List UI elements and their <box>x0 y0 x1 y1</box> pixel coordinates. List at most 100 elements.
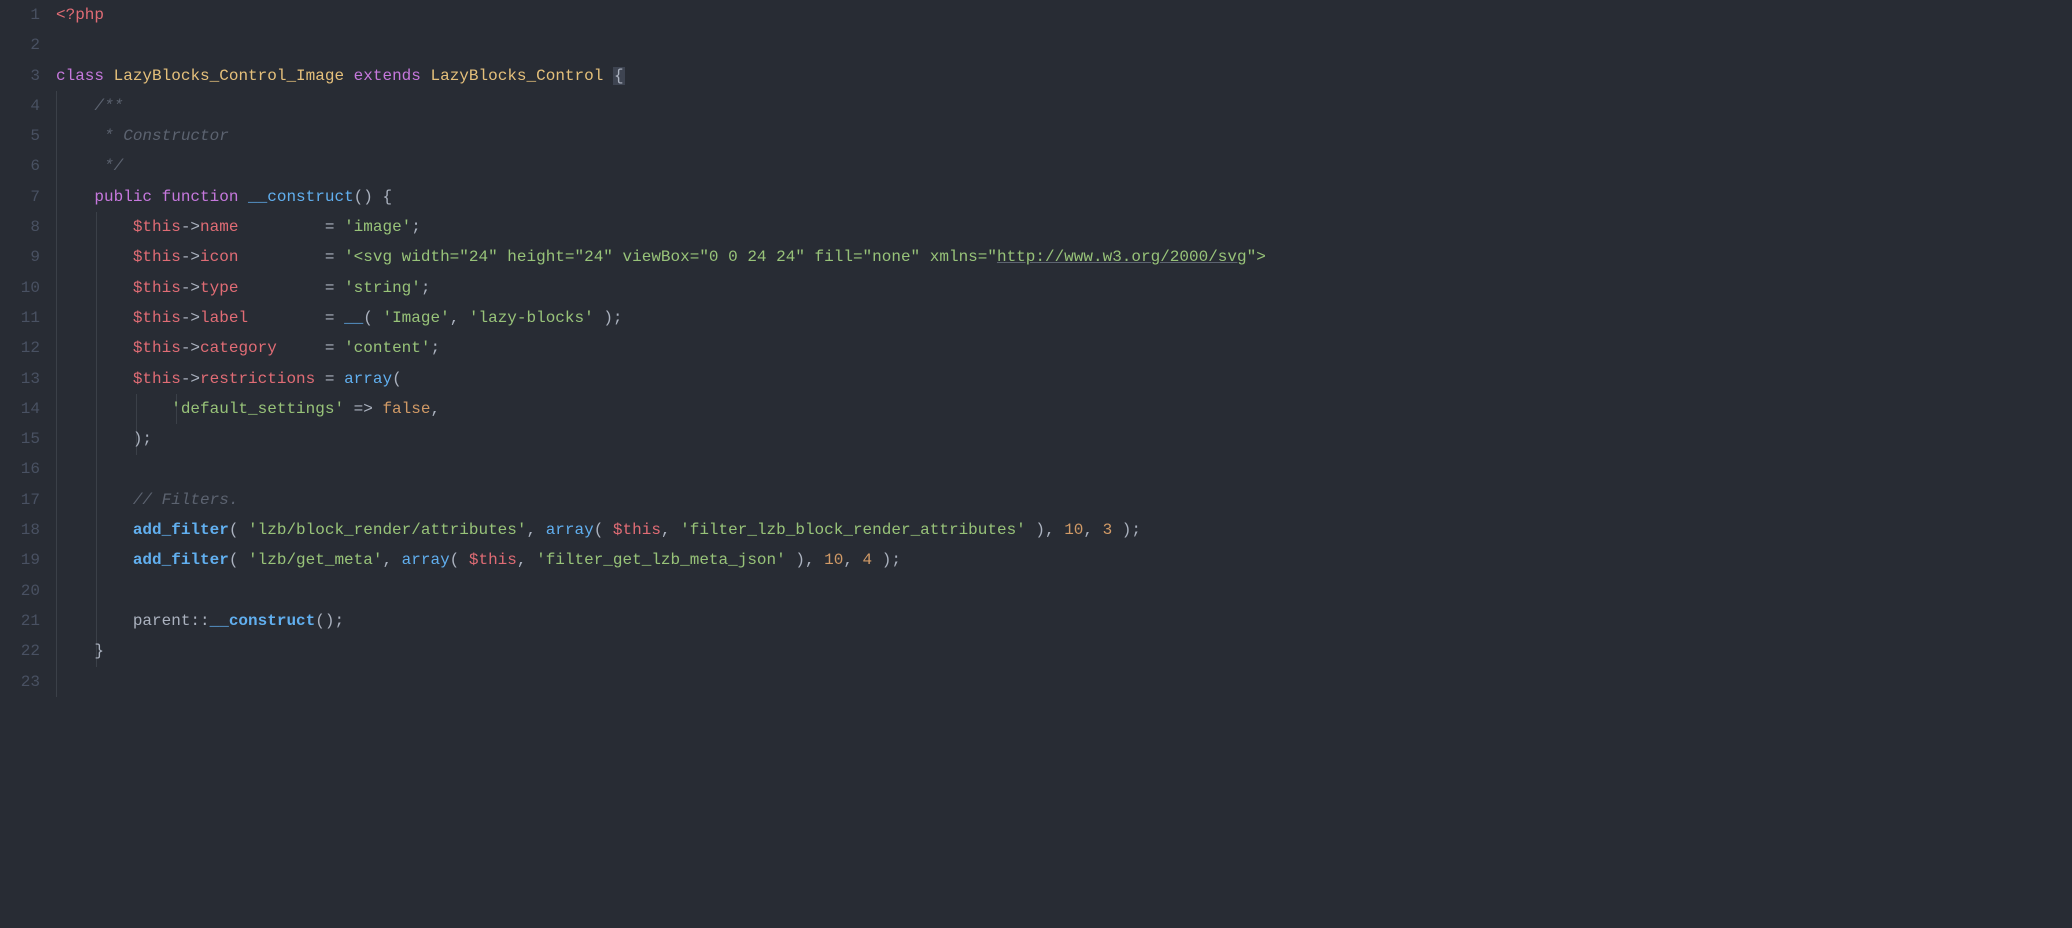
line-number: 12 <box>0 333 40 363</box>
number: 10 <box>1064 521 1083 539</box>
line-number: 14 <box>0 394 40 424</box>
code-line[interactable]: // Filters. <box>56 485 2072 515</box>
code-line[interactable]: } <box>56 636 2072 666</box>
line-number: 18 <box>0 515 40 545</box>
property: type <box>200 279 238 297</box>
code-line[interactable]: $this->category = 'content'; <box>56 333 2072 363</box>
function-call: add_filter <box>133 521 229 539</box>
function-call: array <box>344 370 392 388</box>
code-line[interactable] <box>56 576 2072 606</box>
property: restrictions <box>200 370 315 388</box>
line-number: 13 <box>0 364 40 394</box>
property: category <box>200 339 277 357</box>
string: 'string' <box>344 279 421 297</box>
code-line[interactable]: $this->restrictions = array( <box>56 364 2072 394</box>
property: name <box>200 218 238 236</box>
code-line[interactable]: <?php <box>56 0 2072 30</box>
code-line[interactable]: /** <box>56 91 2072 121</box>
string: 'image' <box>344 218 411 236</box>
code-line[interactable]: $this->type = 'string'; <box>56 273 2072 303</box>
line-number: 20 <box>0 576 40 606</box>
line-number: 10 <box>0 273 40 303</box>
docblock: * Constructor <box>94 127 228 145</box>
parent-class-name: LazyBlocks_Control <box>431 67 604 85</box>
class-name: LazyBlocks_Control_Image <box>114 67 344 85</box>
variable-this: $this <box>133 248 181 266</box>
code-line[interactable] <box>56 454 2072 484</box>
code-line[interactable]: * Constructor <box>56 121 2072 151</box>
string: '<svg width="24" height="24" viewBox="0 … <box>344 248 997 266</box>
line-number: 19 <box>0 545 40 575</box>
variable-this: $this <box>133 279 181 297</box>
line-number: 11 <box>0 303 40 333</box>
line-number: 4 <box>0 91 40 121</box>
code-line[interactable]: add_filter( 'lzb/block_render/attributes… <box>56 515 2072 545</box>
keyword-function: function <box>162 188 239 206</box>
string-url: http://www.w3.org/2000/svg <box>997 248 1247 266</box>
line-number-gutter: 1 2 3 4 5 6 7 8 9 10 11 12 13 14 15 16 1… <box>0 0 56 928</box>
string: 'lazy-blocks' <box>469 309 594 327</box>
code-line[interactable]: parent::__construct(); <box>56 606 2072 636</box>
keyword-class: class <box>56 67 104 85</box>
arrow-op: -> <box>181 279 200 297</box>
string: 'lzb/block_render/attributes' <box>248 521 526 539</box>
code-line[interactable]: 'default_settings' => false, <box>56 394 2072 424</box>
code-line[interactable]: $this->icon = '<svg width="24" height="2… <box>56 242 2072 272</box>
line-number: 21 <box>0 606 40 636</box>
code-line[interactable]: add_filter( 'lzb/get_meta', array( $this… <box>56 545 2072 575</box>
function-call: __construct <box>210 612 316 630</box>
arrow-op: -> <box>181 339 200 357</box>
variable-this: $this <box>133 218 181 236</box>
brace-open-highlighted: { <box>613 67 625 85</box>
keyword-extends: extends <box>354 67 421 85</box>
variable-this: $this <box>469 551 517 569</box>
variable-this: $this <box>613 521 661 539</box>
variable-this: $this <box>133 309 181 327</box>
comment: // Filters. <box>133 491 239 509</box>
number: 3 <box>1103 521 1113 539</box>
php-open-tag: <?php <box>56 6 104 24</box>
code-line[interactable] <box>56 667 2072 697</box>
code-line[interactable]: */ <box>56 151 2072 181</box>
line-number: 16 <box>0 454 40 484</box>
code-line[interactable]: class LazyBlocks_Control_Image extends L… <box>56 61 2072 91</box>
function-call: __ <box>344 309 363 327</box>
line-number: 15 <box>0 424 40 454</box>
code-line[interactable] <box>56 30 2072 60</box>
code-line[interactable]: $this->name = 'image'; <box>56 212 2072 242</box>
line-number: 2 <box>0 30 40 60</box>
variable-this: $this <box>133 339 181 357</box>
number: 4 <box>863 551 873 569</box>
arrow-op: -> <box>181 248 200 266</box>
brace-open: { <box>382 188 392 206</box>
number: 10 <box>824 551 843 569</box>
function-call: add_filter <box>133 551 229 569</box>
string: 'filter_lzb_block_render_attributes' <box>680 521 1026 539</box>
arrow-op: -> <box>181 309 200 327</box>
function-call: array <box>546 521 594 539</box>
function-call: array <box>402 551 450 569</box>
line-number: 5 <box>0 121 40 151</box>
code-editor[interactable]: 1 2 3 4 5 6 7 8 9 10 11 12 13 14 15 16 1… <box>0 0 2072 928</box>
line-number: 17 <box>0 485 40 515</box>
string: 'lzb/get_meta' <box>248 551 382 569</box>
code-line[interactable]: $this->label = __( 'Image', 'lazy-blocks… <box>56 303 2072 333</box>
code-line[interactable]: ); <box>56 424 2072 454</box>
line-number: 7 <box>0 182 40 212</box>
function-name: __construct <box>248 188 354 206</box>
string: 'default_settings' <box>171 400 344 418</box>
line-number: 9 <box>0 242 40 272</box>
parent-keyword: parent <box>133 612 191 630</box>
keyword-public: public <box>94 188 152 206</box>
line-number: 6 <box>0 151 40 181</box>
boolean: false <box>382 400 430 418</box>
line-number: 3 <box>0 61 40 91</box>
variable-this: $this <box>133 370 181 388</box>
code-line[interactable]: public function __construct() { <box>56 182 2072 212</box>
string: 'Image' <box>382 309 449 327</box>
line-number: 8 <box>0 212 40 242</box>
property: icon <box>200 248 238 266</box>
brace-close: } <box>94 642 104 660</box>
code-content[interactable]: <?php class LazyBlocks_Control_Image ext… <box>56 0 2072 928</box>
parens: () <box>354 188 373 206</box>
